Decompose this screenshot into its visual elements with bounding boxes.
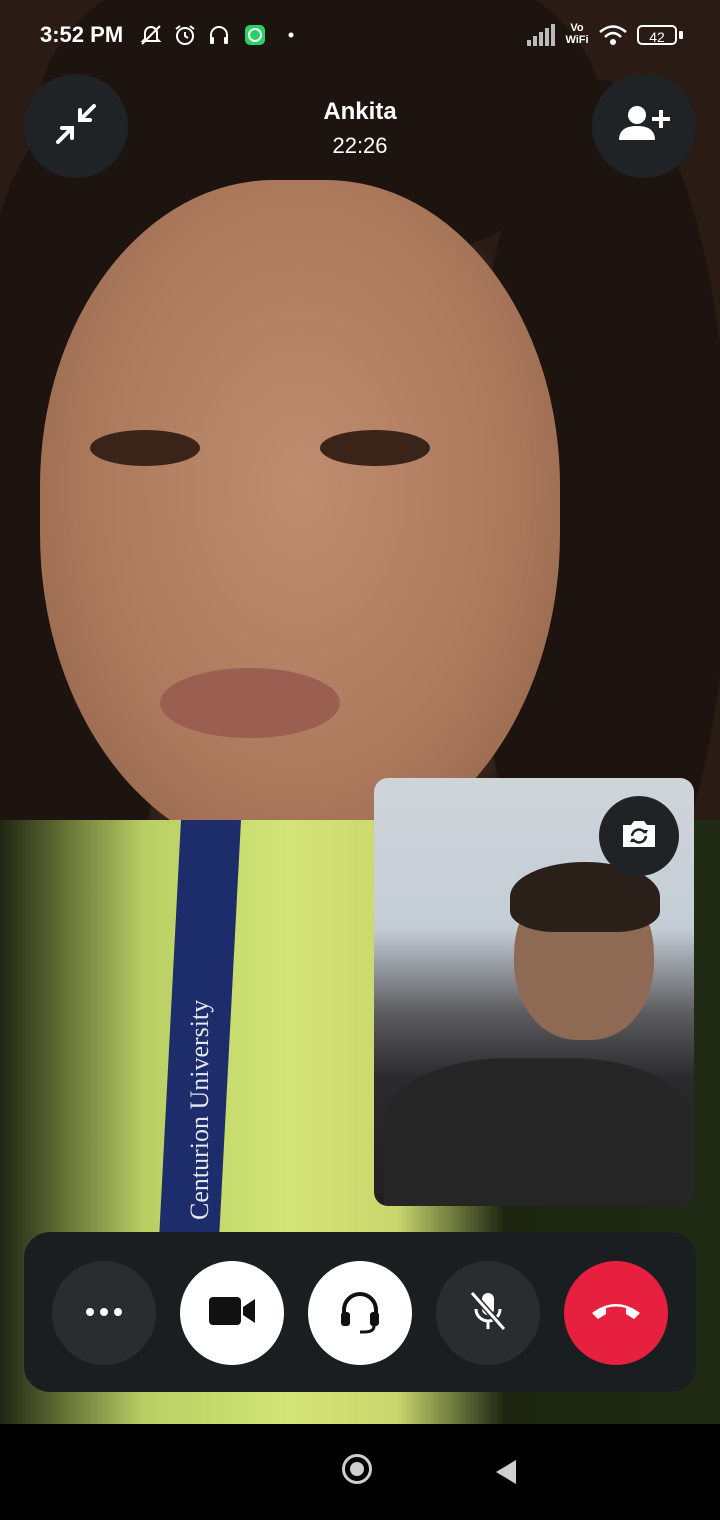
video-camera-icon xyxy=(207,1293,257,1334)
add-person-icon xyxy=(617,102,671,151)
switch-camera-icon xyxy=(619,817,659,856)
remote-eye-left xyxy=(90,430,200,466)
wifi-icon xyxy=(598,22,628,48)
headset-icon xyxy=(206,22,232,48)
end-call-icon xyxy=(590,1299,642,1328)
alarm-icon xyxy=(172,22,198,48)
remote-face xyxy=(40,180,560,860)
headset-icon xyxy=(338,1288,382,1339)
call-duration: 22:26 xyxy=(332,133,388,158)
audio-output-button[interactable] xyxy=(308,1261,412,1365)
mute-notifications-icon xyxy=(138,22,164,48)
remote-eye-right xyxy=(320,430,430,466)
more-options-button[interactable] xyxy=(52,1261,156,1365)
call-controls xyxy=(24,1232,696,1392)
status-time: 3:52 PM xyxy=(40,22,124,47)
home-button[interactable] xyxy=(342,1454,372,1484)
video-toggle-button[interactable] xyxy=(180,1261,284,1365)
self-video-preview[interactable] xyxy=(374,778,694,1206)
contact-name: Ankita xyxy=(323,98,397,125)
end-call-button[interactable] xyxy=(564,1261,668,1365)
minimize-icon xyxy=(54,102,98,151)
battery-tip xyxy=(679,31,683,39)
mute-button[interactable] xyxy=(436,1261,540,1365)
switch-camera-button[interactable] xyxy=(599,796,679,876)
status-bar: 3:52 PM Vo WiFi 42 xyxy=(0,0,720,70)
vowifi-icon: Vo WiFi xyxy=(563,22,591,46)
lanyard-text: Centurion University xyxy=(185,999,214,1220)
dot-icon xyxy=(278,22,304,48)
add-person-button[interactable] xyxy=(592,74,696,178)
self-body xyxy=(384,1058,694,1206)
mic-off-icon xyxy=(468,1289,508,1338)
signal-icon xyxy=(526,22,556,48)
back-button[interactable] xyxy=(496,1460,516,1484)
more-options-icon xyxy=(84,1304,124,1322)
battery-indicator: 42 xyxy=(637,25,677,45)
vowifi-bottom: WiFi xyxy=(565,34,589,46)
vowifi-top: Vo xyxy=(570,22,584,34)
remote-video: Centurion University xyxy=(0,0,720,1424)
remote-mouth xyxy=(160,668,340,738)
whatsapp-icon xyxy=(242,22,268,48)
minimize-button[interactable] xyxy=(24,74,128,178)
